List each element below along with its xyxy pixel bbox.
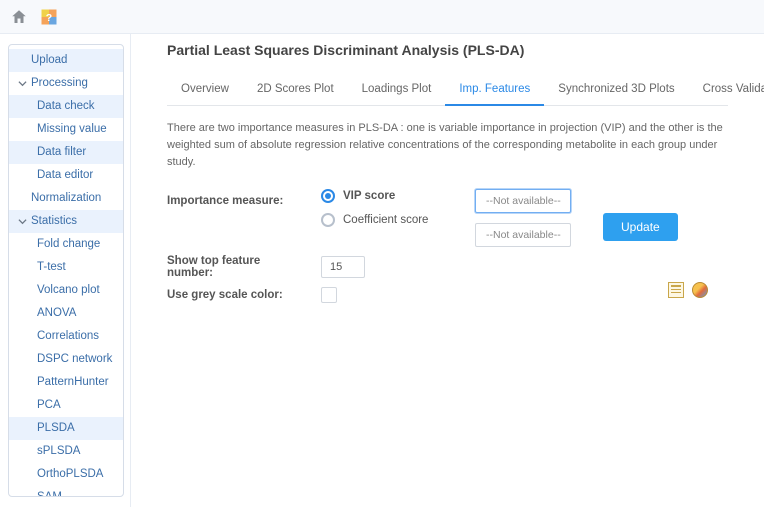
tab-cross-validation[interactable]: Cross Validation bbox=[689, 76, 764, 106]
sidebar-item-label: DSPC network bbox=[37, 353, 112, 365]
sidebar-item-fold-change[interactable]: Fold change bbox=[9, 233, 123, 256]
home-icon[interactable] bbox=[8, 6, 30, 28]
tab-loadings-plot[interactable]: Loadings Plot bbox=[348, 76, 446, 106]
radio-coef-score[interactable]: Coefficient score bbox=[321, 213, 461, 227]
grey-checkbox[interactable] bbox=[321, 287, 337, 303]
sidebar-item-data-editor[interactable]: Data editor bbox=[9, 164, 123, 187]
sidebar-item-plsda[interactable]: PLSDA bbox=[9, 417, 123, 440]
topbar: ? bbox=[0, 0, 764, 34]
tab-2d-scores-plot[interactable]: 2D Scores Plot bbox=[243, 76, 348, 106]
description-text: There are two importance measures in PLS… bbox=[167, 120, 728, 171]
radio-dot-icon bbox=[321, 213, 335, 227]
sidebar-item-data-filter[interactable]: Data filter bbox=[9, 141, 123, 164]
sidebar-item-orthoplsda[interactable]: OrthoPLSDA bbox=[9, 463, 123, 486]
chevron-down-icon bbox=[17, 217, 27, 226]
sidebar-item-label: Data filter bbox=[37, 146, 86, 158]
sidebar-item-normalization[interactable]: Normalization bbox=[9, 187, 123, 210]
sidebar-item-label: ANOVA bbox=[37, 307, 76, 319]
sidebar-item-label: PLSDA bbox=[37, 422, 75, 434]
radio-vip-label: VIP score bbox=[343, 190, 395, 202]
sidebar-item-t-test[interactable]: T-test bbox=[9, 256, 123, 279]
sidebar-item-anova[interactable]: ANOVA bbox=[9, 302, 123, 325]
sidebar-item-label: Normalization bbox=[31, 192, 101, 204]
coef-select[interactable]: --Not available-- bbox=[475, 223, 571, 247]
sidebar-item-label: sPLSDA bbox=[37, 445, 80, 457]
tab-overview[interactable]: Overview bbox=[167, 76, 243, 106]
sidebar-item-label: Volcano plot bbox=[37, 284, 100, 296]
sidebar-item-missing-value[interactable]: Missing value bbox=[9, 118, 123, 141]
radio-dot-icon bbox=[321, 189, 335, 203]
topn-label: Show top feature number: bbox=[167, 255, 307, 279]
vip-select[interactable]: --Not available-- bbox=[475, 189, 571, 213]
sidebar-item-label: Statistics bbox=[31, 215, 77, 227]
sidebar-item-statistics[interactable]: Statistics bbox=[9, 210, 123, 233]
sidebar-item-label: Processing bbox=[31, 77, 88, 89]
svg-text:?: ? bbox=[46, 11, 52, 23]
tab-imp-features[interactable]: Imp. Features bbox=[445, 76, 544, 106]
sidebar-item-label: OrthoPLSDA bbox=[37, 468, 103, 480]
sidebar-item-label: PCA bbox=[37, 399, 61, 411]
sidebar-item-label: T-test bbox=[37, 261, 66, 273]
sidebar-item-label: Data editor bbox=[37, 169, 93, 181]
sidebar-item-processing[interactable]: Processing bbox=[9, 72, 123, 95]
page-title: Partial Least Squares Discriminant Analy… bbox=[167, 42, 728, 58]
tabs: Overview2D Scores PlotLoadings PlotImp. … bbox=[167, 76, 728, 106]
sidebar-item-label: PatternHunter bbox=[37, 376, 109, 388]
palette-result-icon[interactable] bbox=[692, 282, 708, 298]
radio-vip-score[interactable]: VIP score bbox=[321, 189, 461, 203]
radio-coef-label: Coefficient score bbox=[343, 214, 428, 226]
sidebar-item-dspc-network[interactable]: DSPC network bbox=[9, 348, 123, 371]
sidebar-item-volcano-plot[interactable]: Volcano plot bbox=[9, 279, 123, 302]
sidebar-item-label: Missing value bbox=[37, 123, 107, 135]
top-feature-input[interactable] bbox=[321, 256, 365, 278]
sidebar-item-data-check[interactable]: Data check bbox=[9, 95, 123, 118]
update-button[interactable]: Update bbox=[603, 213, 678, 241]
sidebar-item-label: Data check bbox=[37, 100, 95, 112]
sidebar-item-label: Upload bbox=[31, 54, 67, 66]
measure-label: Importance measure: bbox=[167, 189, 307, 207]
sidebar-item-label: Correlations bbox=[37, 330, 99, 342]
table-result-icon[interactable] bbox=[668, 282, 684, 298]
tab-synchronized-3d-plots[interactable]: Synchronized 3D Plots bbox=[544, 76, 688, 106]
sidebar: Upload Processing Data check Missing value D… bbox=[8, 44, 124, 497]
sidebar-item-patternhunter[interactable]: PatternHunter bbox=[9, 371, 123, 394]
sidebar-item-label: Fold change bbox=[37, 238, 100, 250]
sidebar-item-label: SAM bbox=[37, 491, 62, 496]
sidebar-item-upload[interactable]: Upload bbox=[9, 49, 123, 72]
grey-label: Use grey scale color: bbox=[167, 289, 307, 301]
sidebar-item-correlations[interactable]: Correlations bbox=[9, 325, 123, 348]
sidebar-item-pca[interactable]: PCA bbox=[9, 394, 123, 417]
help-icon[interactable]: ? bbox=[38, 6, 60, 28]
sidebar-item-sam[interactable]: SAM bbox=[9, 486, 123, 496]
sidebar-item-splsda[interactable]: sPLSDA bbox=[9, 440, 123, 463]
chevron-down-icon bbox=[17, 79, 27, 88]
